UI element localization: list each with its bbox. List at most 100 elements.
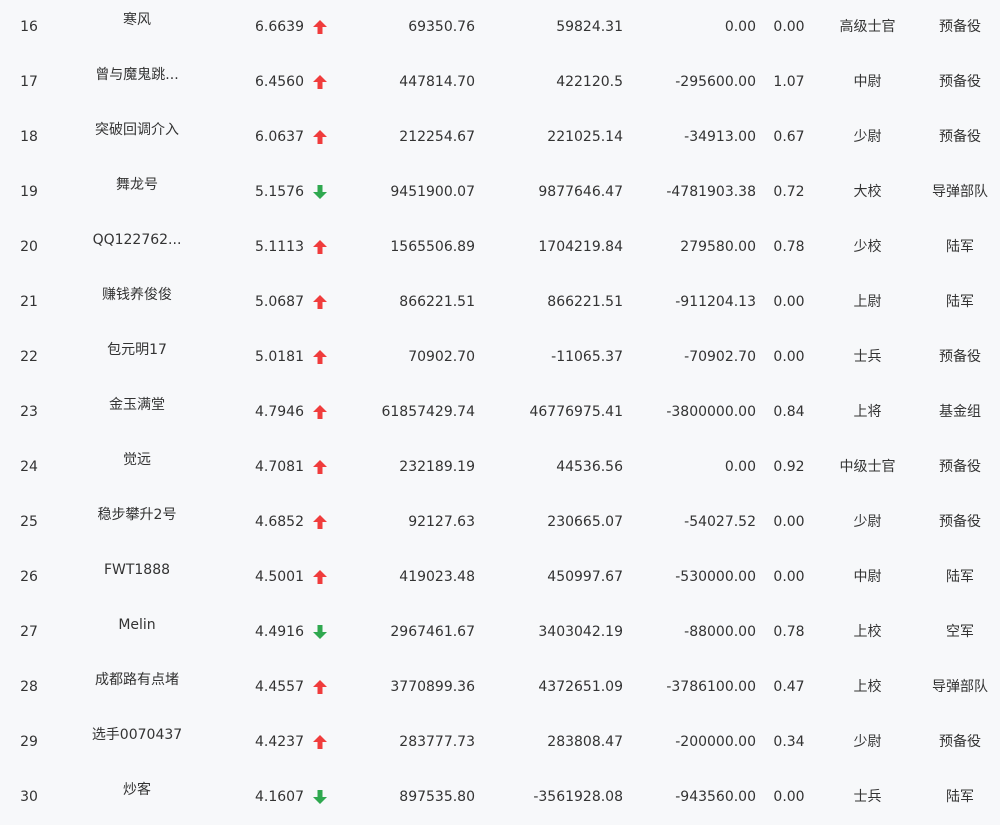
value3-cell: -943560.00 xyxy=(675,789,756,805)
arrow-up-icon xyxy=(313,680,327,694)
arrow-up-icon xyxy=(313,295,327,309)
military-rank-cell: 士兵 xyxy=(853,349,882,365)
name-link[interactable]: 突破回调介入 xyxy=(62,120,212,140)
name-link[interactable]: 舞龙号 xyxy=(62,175,212,195)
name-link[interactable]: Melin xyxy=(62,615,212,635)
value2-cell: 230665.07 xyxy=(547,514,623,530)
arrow-up-icon xyxy=(313,75,327,89)
branch-cell: 导弹部队 xyxy=(932,679,988,695)
table-row[interactable]: 20 QQ122762... 5.1113 1565506.89 1704219… xyxy=(0,220,1000,275)
name-link[interactable]: 包元明17 xyxy=(62,340,212,360)
name-link[interactable]: 炒客 xyxy=(62,780,212,800)
arrow-up-icon xyxy=(313,570,327,584)
name-link[interactable]: FWT1888 xyxy=(62,560,212,580)
rate-cell: 4.1607 xyxy=(255,789,304,805)
rank-cell: 30 xyxy=(20,789,38,805)
table-row[interactable]: 26 FWT1888 4.5001 419023.48 450997.67 -5… xyxy=(0,550,1000,605)
name-link[interactable]: QQ122762... xyxy=(62,230,212,250)
value2-cell: 221025.14 xyxy=(547,129,623,145)
military-rank-cell: 上将 xyxy=(853,404,882,420)
table-row[interactable]: 22 包元明17 5.0181 70902.70 -11065.37 -7090… xyxy=(0,330,1000,385)
branch-cell: 陆军 xyxy=(946,789,974,805)
value1-cell: 3770899.36 xyxy=(390,679,475,695)
military-rank-cell: 少尉 xyxy=(853,129,882,145)
table-row[interactable]: 30 炒客 4.1607 897535.80 -3561928.08 -9435… xyxy=(0,770,1000,825)
value1-cell: 283777.73 xyxy=(399,734,475,750)
value3-cell: -200000.00 xyxy=(675,734,756,750)
rank-cell: 16 xyxy=(20,19,38,35)
ratio-cell: 0.00 xyxy=(773,19,805,35)
name-link[interactable]: 赚钱养俊俊 xyxy=(62,285,212,305)
value2-cell: 283808.47 xyxy=(547,734,623,750)
arrow-down-icon xyxy=(313,185,327,199)
name-link[interactable]: 选手0070437 xyxy=(62,725,212,745)
rate-cell: 6.0637 xyxy=(255,129,304,145)
ratio-cell: 0.84 xyxy=(773,404,805,420)
rank-cell: 20 xyxy=(20,239,38,255)
branch-cell: 预备役 xyxy=(939,734,981,750)
ratio-cell: 0.00 xyxy=(773,294,805,310)
name-link[interactable]: 寒风 xyxy=(62,10,212,30)
rate-cell: 6.6639 xyxy=(255,19,304,35)
table-row[interactable]: 27 Melin 4.4916 2967461.67 3403042.19 -8… xyxy=(0,605,1000,660)
arrow-up-icon xyxy=(313,735,327,749)
name-link[interactable]: 觉远 xyxy=(62,450,212,470)
ratio-cell: 1.07 xyxy=(773,74,805,90)
military-rank-cell: 中级士官 xyxy=(839,459,896,475)
name-link[interactable]: 金玉满堂 xyxy=(62,395,212,415)
value2-cell: 1704219.84 xyxy=(538,239,623,255)
value1-cell: 232189.19 xyxy=(399,459,475,475)
table-row[interactable]: 19 舞龙号 5.1576 9451900.07 9877646.47 -478… xyxy=(0,165,1000,220)
table-row[interactable]: 23 金玉满堂 4.7946 61857429.74 46776975.41 -… xyxy=(0,385,1000,440)
rate-cell: 4.7081 xyxy=(255,459,304,475)
table-row[interactable]: 28 成都路有点堵 4.4557 3770899.36 4372651.09 -… xyxy=(0,660,1000,715)
table-row[interactable]: 24 觉远 4.7081 232189.19 44536.56 0.00 0.9… xyxy=(0,440,1000,495)
value3-cell: -70902.70 xyxy=(684,349,756,365)
military-rank-cell: 少尉 xyxy=(853,514,882,530)
military-rank-cell: 上尉 xyxy=(853,294,882,310)
arrow-down-icon xyxy=(313,790,327,804)
name-link[interactable]: 稳步攀升2号 xyxy=(62,505,212,525)
arrow-up-icon xyxy=(313,240,327,254)
rate-cell: 5.1576 xyxy=(255,184,304,200)
rank-cell: 18 xyxy=(20,129,38,145)
arrow-up-icon xyxy=(313,20,327,34)
branch-cell: 预备役 xyxy=(939,74,981,90)
value3-cell: -530000.00 xyxy=(675,569,756,585)
table-row[interactable]: 17 曾与魔鬼跳... 6.4560 447814.70 422120.5 -2… xyxy=(0,55,1000,110)
rank-cell: 27 xyxy=(20,624,38,640)
ratio-cell: 0.47 xyxy=(773,679,805,695)
value1-cell: 92127.63 xyxy=(408,514,475,530)
ratio-cell: 0.78 xyxy=(773,239,805,255)
branch-cell: 预备役 xyxy=(939,129,981,145)
rate-cell: 4.5001 xyxy=(255,569,304,585)
branch-cell: 预备役 xyxy=(939,349,981,365)
rank-cell: 29 xyxy=(20,734,38,750)
table-row[interactable]: 29 选手0070437 4.4237 283777.73 283808.47 … xyxy=(0,715,1000,770)
branch-cell: 预备役 xyxy=(939,459,981,475)
rate-cell: 4.4557 xyxy=(255,679,304,695)
name-link[interactable]: 成都路有点堵 xyxy=(62,670,212,690)
value1-cell: 447814.70 xyxy=(399,74,475,90)
rank-cell: 23 xyxy=(20,404,38,420)
table-row[interactable]: 16 寒风 6.6639 69350.76 59824.31 0.00 0.00… xyxy=(0,0,1000,55)
military-rank-cell: 少尉 xyxy=(853,734,882,750)
table-row[interactable]: 25 稳步攀升2号 4.6852 92127.63 230665.07 -540… xyxy=(0,495,1000,550)
military-rank-cell: 上校 xyxy=(853,679,882,695)
arrow-up-icon xyxy=(313,350,327,364)
value2-cell: 3403042.19 xyxy=(538,624,623,640)
value2-cell: -3561928.08 xyxy=(533,789,623,805)
leaderboard-table: 16 寒风 6.6639 69350.76 59824.31 0.00 0.00… xyxy=(0,0,1000,820)
rank-cell: 24 xyxy=(20,459,38,475)
branch-cell: 陆军 xyxy=(946,569,974,585)
value2-cell: 866221.51 xyxy=(547,294,623,310)
value1-cell: 897535.80 xyxy=(399,789,475,805)
table-row[interactable]: 21 赚钱养俊俊 5.0687 866221.51 866221.51 -911… xyxy=(0,275,1000,330)
rate-cell: 6.4560 xyxy=(255,74,304,90)
value3-cell: -54027.52 xyxy=(684,514,756,530)
name-link[interactable]: 曾与魔鬼跳... xyxy=(62,65,212,85)
rate-cell: 5.0181 xyxy=(255,349,304,365)
value2-cell: 422120.5 xyxy=(556,74,623,90)
value3-cell: -3800000.00 xyxy=(666,404,756,420)
table-row[interactable]: 18 突破回调介入 6.0637 212254.67 221025.14 -34… xyxy=(0,110,1000,165)
